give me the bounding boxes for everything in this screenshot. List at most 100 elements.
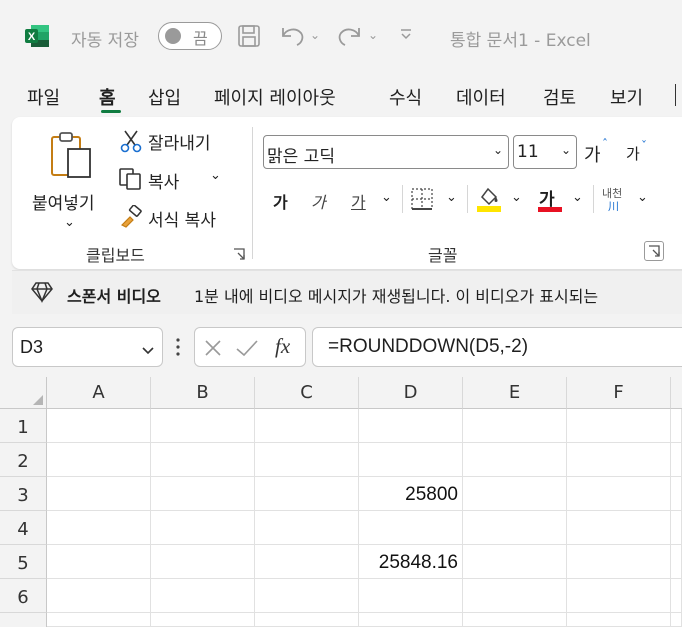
phonetic-dropdown-chevron-icon[interactable]: ⌄: [637, 190, 648, 205]
shrink-font-button[interactable]: 가 ˇ: [626, 139, 656, 167]
cell-a2[interactable]: [47, 443, 151, 477]
column-header-a[interactable]: A: [47, 377, 151, 409]
cell-partial[interactable]: [255, 613, 359, 627]
cell-b1[interactable]: [151, 409, 255, 443]
cell-partial[interactable]: [463, 613, 567, 627]
cell-partial[interactable]: [671, 613, 682, 627]
font-color-button[interactable]: 가: [538, 183, 564, 213]
cell-d6[interactable]: [359, 579, 463, 613]
cell-d5[interactable]: 25848.16: [359, 545, 463, 579]
cell-partial[interactable]: [671, 409, 682, 443]
column-header-f[interactable]: F: [567, 377, 671, 409]
cell-f2[interactable]: [567, 443, 671, 477]
tab-formulas[interactable]: 수식: [389, 84, 422, 110]
cell-c5[interactable]: [255, 545, 359, 579]
cell-f1[interactable]: [567, 409, 671, 443]
cell-e3[interactable]: [463, 477, 567, 511]
row-header-5[interactable]: 5: [0, 545, 47, 579]
font-color-dropdown-chevron-icon[interactable]: ⌄: [572, 190, 583, 205]
tab-file[interactable]: 파일: [27, 84, 60, 110]
row-header-3[interactable]: 3: [0, 477, 47, 511]
tab-view[interactable]: 보기: [610, 84, 643, 110]
clipboard-dialog-launcher-icon[interactable]: [232, 246, 246, 260]
cut-button[interactable]: 잘라내기: [118, 127, 238, 155]
paste-button[interactable]: 붙여넣기 ⌄: [28, 127, 108, 239]
cell-c4[interactable]: [255, 511, 359, 545]
borders-dropdown-chevron-icon[interactable]: ⌄: [446, 190, 457, 205]
cell-f6[interactable]: [567, 579, 671, 613]
cell-a6[interactable]: [47, 579, 151, 613]
select-all-corner[interactable]: [0, 377, 47, 409]
column-header-c[interactable]: C: [255, 377, 359, 409]
cell-partial[interactable]: [671, 477, 682, 511]
customize-qat-icon[interactable]: [398, 26, 414, 42]
cell-e5[interactable]: [463, 545, 567, 579]
row-header-6[interactable]: 6: [0, 579, 47, 613]
row-header-partial[interactable]: [0, 613, 47, 627]
font-size-select[interactable]: 11 ⌄: [513, 135, 577, 169]
cell-c3[interactable]: [255, 477, 359, 511]
copy-button[interactable]: 복사 ⌄: [118, 165, 228, 193]
cell-partial[interactable]: [671, 443, 682, 477]
cell-partial[interactable]: [671, 545, 682, 579]
cell-d1[interactable]: [359, 409, 463, 443]
name-box[interactable]: D3: [12, 327, 163, 367]
row-header-4[interactable]: 4: [0, 511, 47, 545]
cell-d4[interactable]: [359, 511, 463, 545]
cell-b4[interactable]: [151, 511, 255, 545]
cell-e2[interactable]: [463, 443, 567, 477]
borders-icon[interactable]: [410, 187, 434, 211]
underline-button[interactable]: 가: [351, 189, 366, 213]
cell-c6[interactable]: [255, 579, 359, 613]
cell-b3[interactable]: [151, 477, 255, 511]
italic-button[interactable]: 가: [311, 189, 326, 213]
autosave-toggle[interactable]: 끔: [158, 22, 222, 50]
cell-e6[interactable]: [463, 579, 567, 613]
cell-e4[interactable]: [463, 511, 567, 545]
tab-review[interactable]: 검토: [543, 84, 576, 110]
cell-f5[interactable]: [567, 545, 671, 579]
insert-function-fx-icon[interactable]: fx: [275, 334, 290, 359]
column-header-b[interactable]: B: [151, 377, 255, 409]
redo-dropdown-chevron-icon[interactable]: ⌄: [368, 28, 378, 42]
cell-a3[interactable]: [47, 477, 151, 511]
column-header-d[interactable]: D: [359, 377, 463, 409]
redo-icon[interactable]: [336, 24, 362, 48]
undo-dropdown-chevron-icon[interactable]: ⌄: [310, 28, 320, 42]
grow-font-button[interactable]: 가 ˆ: [584, 137, 614, 167]
cell-b2[interactable]: [151, 443, 255, 477]
cell-b5[interactable]: [151, 545, 255, 579]
cell-partial[interactable]: [359, 613, 463, 627]
fill-color-dropdown-chevron-icon[interactable]: ⌄: [511, 190, 522, 205]
tab-insert[interactable]: 삽입: [148, 84, 181, 110]
row-header-2[interactable]: 2: [0, 443, 47, 477]
bold-button[interactable]: 가: [273, 189, 288, 213]
fill-color-icon[interactable]: [476, 185, 502, 213]
tab-data[interactable]: 데이터: [456, 84, 506, 110]
save-icon[interactable]: [237, 24, 261, 48]
tab-home[interactable]: 홈: [99, 84, 116, 110]
cancel-x-icon[interactable]: [203, 338, 223, 358]
cell-c1[interactable]: [255, 409, 359, 443]
cell-d2[interactable]: [359, 443, 463, 477]
column-header-partial[interactable]: [671, 377, 682, 409]
cell-partial[interactable]: [151, 613, 255, 627]
undo-icon[interactable]: [280, 24, 306, 48]
tab-page-layout[interactable]: 페이지 레이아웃: [214, 84, 336, 110]
font-name-select[interactable]: 맑은 고딕 ⌄: [263, 135, 509, 169]
cell-b6[interactable]: [151, 579, 255, 613]
cell-f3[interactable]: [567, 477, 671, 511]
phonetic-guide-button[interactable]: 내천 川: [602, 183, 632, 213]
cell-a5[interactable]: [47, 545, 151, 579]
copy-dropdown-chevron-icon[interactable]: ⌄: [210, 168, 221, 183]
cell-c2[interactable]: [255, 443, 359, 477]
cell-a4[interactable]: [47, 511, 151, 545]
cell-partial[interactable]: [671, 579, 682, 613]
row-header-1[interactable]: 1: [0, 409, 47, 443]
cell-e1[interactable]: [463, 409, 567, 443]
format-painter-button[interactable]: 서식 복사: [118, 203, 238, 231]
cell-a1[interactable]: [47, 409, 151, 443]
cell-f4[interactable]: [567, 511, 671, 545]
cell-partial[interactable]: [47, 613, 151, 627]
cell-d3[interactable]: 25800: [359, 477, 463, 511]
